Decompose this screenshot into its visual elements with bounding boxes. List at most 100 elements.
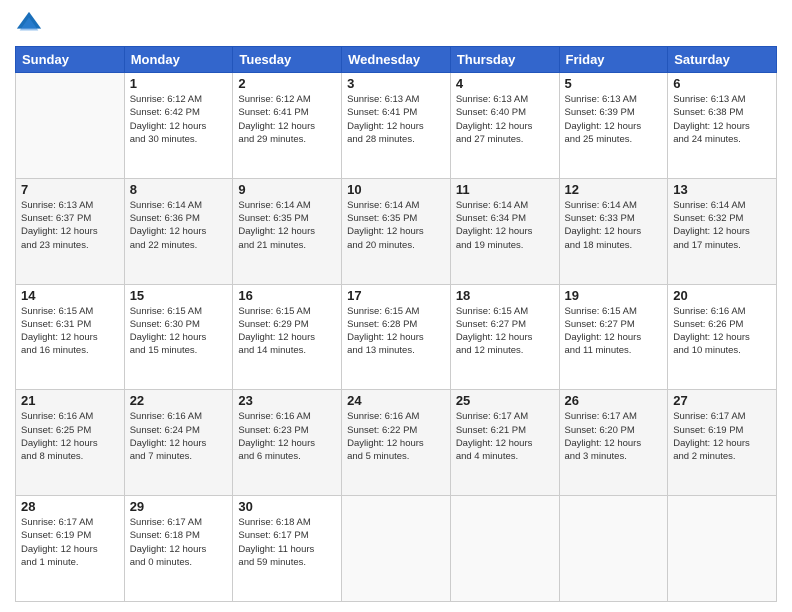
day-number: 20 (673, 288, 771, 303)
day-cell: 1 Sunrise: 6:12 AM Sunset: 6:42 PM Daylig… (124, 73, 233, 179)
day-number: 5 (565, 76, 663, 91)
day-cell: 27Sunrise: 6:17 AM Sunset: 6:19 PM Dayli… (668, 390, 777, 496)
day-cell: 14 Sunrise: 6:15 AM Sunset: 6:31 PM Dayli… (16, 284, 125, 390)
day-info: Sunrise: 6:16 AM Sunset: 6:25 PM Dayligh… (21, 410, 119, 463)
weekday-header-monday: Monday (124, 47, 233, 73)
header (15, 10, 777, 38)
logo-icon (15, 10, 43, 38)
day-cell (16, 73, 125, 179)
day-info: Sunrise: 6:14 AM Sunset: 6:36 PM Dayligh… (130, 199, 228, 252)
day-info: Sunrise: 6:17 AM Sunset: 6:20 PM Dayligh… (565, 410, 663, 463)
day-info: Sunrise: 6:17 AM Sunset: 6:19 PM Dayligh… (673, 410, 771, 463)
weekday-header-friday: Friday (559, 47, 668, 73)
week-row-4: 21 Sunrise: 6:16 AM Sunset: 6:25 PM Dayli… (16, 390, 777, 496)
day-info: Sunrise: 6:16 AM Sunset: 6:24 PM Dayligh… (130, 410, 228, 463)
day-number: 11 (456, 182, 554, 197)
day-cell (342, 496, 451, 602)
day-cell: 20 Sunrise: 6:16 AM Sunset: 6:26 PM Dayli… (668, 284, 777, 390)
day-cell: 17 Sunrise: 6:15 AM Sunset: 6:28 PM Dayli… (342, 284, 451, 390)
day-info: Sunrise: 6:16 AM Sunset: 6:26 PM Dayligh… (673, 305, 771, 358)
day-number: 10 (347, 182, 445, 197)
day-cell: 2 Sunrise: 6:12 AM Sunset: 6:41 PM Daylig… (233, 73, 342, 179)
day-info: Sunrise: 6:17 AM Sunset: 6:19 PM Dayligh… (21, 516, 119, 569)
day-cell: 25 Sunrise: 6:17 AM Sunset: 6:21 PM Dayli… (450, 390, 559, 496)
day-number: 28 (21, 499, 119, 514)
day-info: Sunrise: 6:15 AM Sunset: 6:30 PM Dayligh… (130, 305, 228, 358)
day-number: 2 (238, 76, 336, 91)
day-number: 24 (347, 393, 445, 408)
week-row-3: 14 Sunrise: 6:15 AM Sunset: 6:31 PM Dayli… (16, 284, 777, 390)
day-info: Sunrise: 6:15 AM Sunset: 6:29 PM Dayligh… (238, 305, 336, 358)
day-cell: 13Sunrise: 6:14 AM Sunset: 6:32 PM Dayli… (668, 178, 777, 284)
day-number: 21 (21, 393, 119, 408)
day-info: Sunrise: 6:16 AM Sunset: 6:23 PM Dayligh… (238, 410, 336, 463)
day-number: 15 (130, 288, 228, 303)
day-number: 12 (565, 182, 663, 197)
day-number: 29 (130, 499, 228, 514)
day-cell: 24 Sunrise: 6:16 AM Sunset: 6:22 PM Dayli… (342, 390, 451, 496)
weekday-header-sunday: Sunday (16, 47, 125, 73)
day-info: Sunrise: 6:15 AM Sunset: 6:27 PM Dayligh… (565, 305, 663, 358)
day-number: 16 (238, 288, 336, 303)
day-cell (559, 496, 668, 602)
day-number: 19 (565, 288, 663, 303)
day-cell: 12 Sunrise: 6:14 AM Sunset: 6:33 PM Dayli… (559, 178, 668, 284)
day-number: 17 (347, 288, 445, 303)
day-cell: 26Sunrise: 6:17 AM Sunset: 6:20 PM Dayli… (559, 390, 668, 496)
page: SundayMondayTuesdayWednesdayThursdayFrid… (0, 0, 792, 612)
day-cell: 21 Sunrise: 6:16 AM Sunset: 6:25 PM Dayli… (16, 390, 125, 496)
week-row-1: 1 Sunrise: 6:12 AM Sunset: 6:42 PM Daylig… (16, 73, 777, 179)
day-info: Sunrise: 6:12 AM Sunset: 6:41 PM Dayligh… (238, 93, 336, 146)
day-number: 1 (130, 76, 228, 91)
day-cell: 7Sunrise: 6:13 AM Sunset: 6:37 PM Daylig… (16, 178, 125, 284)
day-info: Sunrise: 6:12 AM Sunset: 6:42 PM Dayligh… (130, 93, 228, 146)
day-number: 3 (347, 76, 445, 91)
day-info: Sunrise: 6:13 AM Sunset: 6:38 PM Dayligh… (673, 93, 771, 146)
day-number: 25 (456, 393, 554, 408)
day-number: 4 (456, 76, 554, 91)
day-info: Sunrise: 6:17 AM Sunset: 6:21 PM Dayligh… (456, 410, 554, 463)
day-cell: 10 Sunrise: 6:14 AM Sunset: 6:35 PM Dayli… (342, 178, 451, 284)
day-number: 23 (238, 393, 336, 408)
day-number: 18 (456, 288, 554, 303)
day-cell: 23 Sunrise: 6:16 AM Sunset: 6:23 PM Dayli… (233, 390, 342, 496)
day-cell: 4 Sunrise: 6:13 AM Sunset: 6:40 PM Daylig… (450, 73, 559, 179)
day-number: 8 (130, 182, 228, 197)
day-number: 22 (130, 393, 228, 408)
day-number: 14 (21, 288, 119, 303)
day-cell: 29 Sunrise: 6:17 AM Sunset: 6:18 PM Dayli… (124, 496, 233, 602)
week-row-2: 7Sunrise: 6:13 AM Sunset: 6:37 PM Daylig… (16, 178, 777, 284)
day-cell: 18 Sunrise: 6:15 AM Sunset: 6:27 PM Dayli… (450, 284, 559, 390)
weekday-header-saturday: Saturday (668, 47, 777, 73)
weekday-header-tuesday: Tuesday (233, 47, 342, 73)
day-info: Sunrise: 6:14 AM Sunset: 6:33 PM Dayligh… (565, 199, 663, 252)
day-cell (668, 496, 777, 602)
day-cell: 22 Sunrise: 6:16 AM Sunset: 6:24 PM Dayli… (124, 390, 233, 496)
day-info: Sunrise: 6:15 AM Sunset: 6:27 PM Dayligh… (456, 305, 554, 358)
day-info: Sunrise: 6:14 AM Sunset: 6:34 PM Dayligh… (456, 199, 554, 252)
calendar: SundayMondayTuesdayWednesdayThursdayFrid… (15, 46, 777, 602)
day-info: Sunrise: 6:17 AM Sunset: 6:18 PM Dayligh… (130, 516, 228, 569)
day-cell (450, 496, 559, 602)
weekday-header-row: SundayMondayTuesdayWednesdayThursdayFrid… (16, 47, 777, 73)
day-info: Sunrise: 6:15 AM Sunset: 6:31 PM Dayligh… (21, 305, 119, 358)
day-number: 6 (673, 76, 771, 91)
day-cell: 8 Sunrise: 6:14 AM Sunset: 6:36 PM Daylig… (124, 178, 233, 284)
day-cell: 15 Sunrise: 6:15 AM Sunset: 6:30 PM Dayli… (124, 284, 233, 390)
logo (15, 10, 47, 38)
day-info: Sunrise: 6:13 AM Sunset: 6:40 PM Dayligh… (456, 93, 554, 146)
day-info: Sunrise: 6:16 AM Sunset: 6:22 PM Dayligh… (347, 410, 445, 463)
day-info: Sunrise: 6:18 AM Sunset: 6:17 PM Dayligh… (238, 516, 336, 569)
day-cell: 9Sunrise: 6:14 AM Sunset: 6:35 PM Daylig… (233, 178, 342, 284)
day-info: Sunrise: 6:15 AM Sunset: 6:28 PM Dayligh… (347, 305, 445, 358)
day-cell: 11 Sunrise: 6:14 AM Sunset: 6:34 PM Dayli… (450, 178, 559, 284)
day-number: 9 (238, 182, 336, 197)
weekday-header-thursday: Thursday (450, 47, 559, 73)
day-info: Sunrise: 6:14 AM Sunset: 6:35 PM Dayligh… (347, 199, 445, 252)
day-cell: 19 Sunrise: 6:15 AM Sunset: 6:27 PM Dayli… (559, 284, 668, 390)
day-cell: 28 Sunrise: 6:17 AM Sunset: 6:19 PM Dayli… (16, 496, 125, 602)
day-cell: 30Sunrise: 6:18 AM Sunset: 6:17 PM Dayli… (233, 496, 342, 602)
weekday-header-wednesday: Wednesday (342, 47, 451, 73)
day-info: Sunrise: 6:13 AM Sunset: 6:39 PM Dayligh… (565, 93, 663, 146)
day-number: 7 (21, 182, 119, 197)
